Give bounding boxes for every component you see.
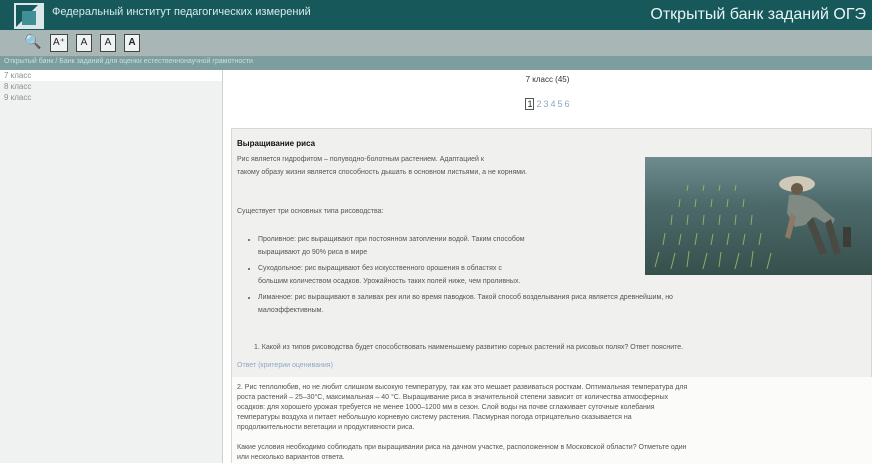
list-item-line: большим количеством осадков. Урожайность… xyxy=(258,278,521,285)
header-bar: Федеральный институт педагогических изме… xyxy=(0,0,872,30)
breadcrumb-text[interactable]: Открытый банк / Банк заданий для оценки … xyxy=(4,58,253,65)
page-link-current[interactable]: 1 xyxy=(525,98,535,110)
font-large-button[interactable]: A xyxy=(124,34,140,52)
intro-text: Рис является гидрофитом – полуводно-боло… xyxy=(237,153,637,179)
font-increase-button[interactable]: A⁺ xyxy=(50,34,68,52)
list-item-line: малоэффективным. xyxy=(258,307,324,314)
page-link[interactable]: 2 xyxy=(536,99,541,109)
page-link[interactable]: 6 xyxy=(565,99,570,109)
font-normal-button[interactable]: A xyxy=(100,34,116,52)
list-item: Лиманное: рис выращивают в заливах рек и… xyxy=(258,291,868,317)
task-continuation: 2. Рис теплолюбив, но не любит слишком в… xyxy=(232,377,872,464)
main-area: 7 класс (45) 123456 Выращивание риса Рис… xyxy=(223,70,872,464)
sidebar-item-grade-8[interactable]: 8 класс xyxy=(0,81,222,92)
intro-line: Рис является гидрофитом – полуводно-боло… xyxy=(237,156,484,163)
fipi-logo[interactable] xyxy=(14,3,44,29)
list-item-line: Проливное: рис выращивают при постоянном… xyxy=(258,236,525,243)
paragraph-line: продолжительности вегетации и продуктивн… xyxy=(237,424,415,431)
list-item-line: выращивают до 90% риса в мире xyxy=(258,249,368,256)
answer-link[interactable]: Ответ (критерии оценивания) xyxy=(237,362,333,369)
list-item: Суходольное: рис выращивают без искусств… xyxy=(258,262,868,288)
page-link[interactable]: 3 xyxy=(543,99,548,109)
paragraph-3: Какие условия необходимо соблюдать при в… xyxy=(237,443,869,463)
breadcrumb: Открытый банк / Банк заданий для оценки … xyxy=(0,57,872,70)
sidebar: 7 класс 8 класс 9 класс xyxy=(0,70,223,463)
sidebar-item-grade-9[interactable]: 9 класс xyxy=(0,92,222,103)
bank-title: Открытый банк заданий ОГЭ xyxy=(650,6,866,23)
paragraph-line: роста растений – 25–30°С, максимальная –… xyxy=(237,394,669,401)
list-item-line: Суходольное: рис выращивают без искусств… xyxy=(258,265,502,272)
paragraph-line: температуры воздуха и питает небольшую к… xyxy=(237,414,632,421)
sidebar-item-grade-7[interactable]: 7 класс xyxy=(0,70,222,81)
paragraph-line: осадков: для хорошего урожая требуется н… xyxy=(237,404,655,411)
question-1: 1. Какой из типов рисоводства будет спос… xyxy=(254,344,684,351)
toolbar: 🔍 A⁺ A A A xyxy=(0,30,872,57)
paragraph-line: 2. Рис теплолюбив, но не любит слишком в… xyxy=(237,384,688,391)
org-title: Федеральный институт педагогических изме… xyxy=(52,6,311,18)
logo-square xyxy=(22,11,36,25)
paragraph-line: Какие условия необходимо соблюдать при в… xyxy=(237,444,687,451)
types-intro: Существует три основных типа рисоводства… xyxy=(237,208,384,215)
paragraph-2: 2. Рис теплолюбив, но не любит слишком в… xyxy=(237,383,869,433)
list-item: Проливное: рис выращивают при постоянном… xyxy=(258,233,868,259)
page-link[interactable]: 4 xyxy=(551,99,556,109)
pagination: 123456 xyxy=(223,98,872,110)
list-item-line: Лиманное: рис выращивают в заливах рек и… xyxy=(258,294,673,301)
task-content: Выращивание риса Рис является гидрофитом… xyxy=(231,128,872,464)
task-title: Выращивание риса xyxy=(237,139,316,148)
types-list: Проливное: рис выращивают при постоянном… xyxy=(246,233,868,320)
grade-title: 7 класс (45) xyxy=(525,75,570,84)
page-link[interactable]: 5 xyxy=(558,99,563,109)
paragraph-line: или несколько вариантов ответа. xyxy=(237,454,345,461)
font-box-button[interactable]: A xyxy=(76,34,92,52)
intro-line: такому образу жизни является способность… xyxy=(237,169,527,176)
search-icon[interactable]: 🔍 xyxy=(24,33,41,49)
